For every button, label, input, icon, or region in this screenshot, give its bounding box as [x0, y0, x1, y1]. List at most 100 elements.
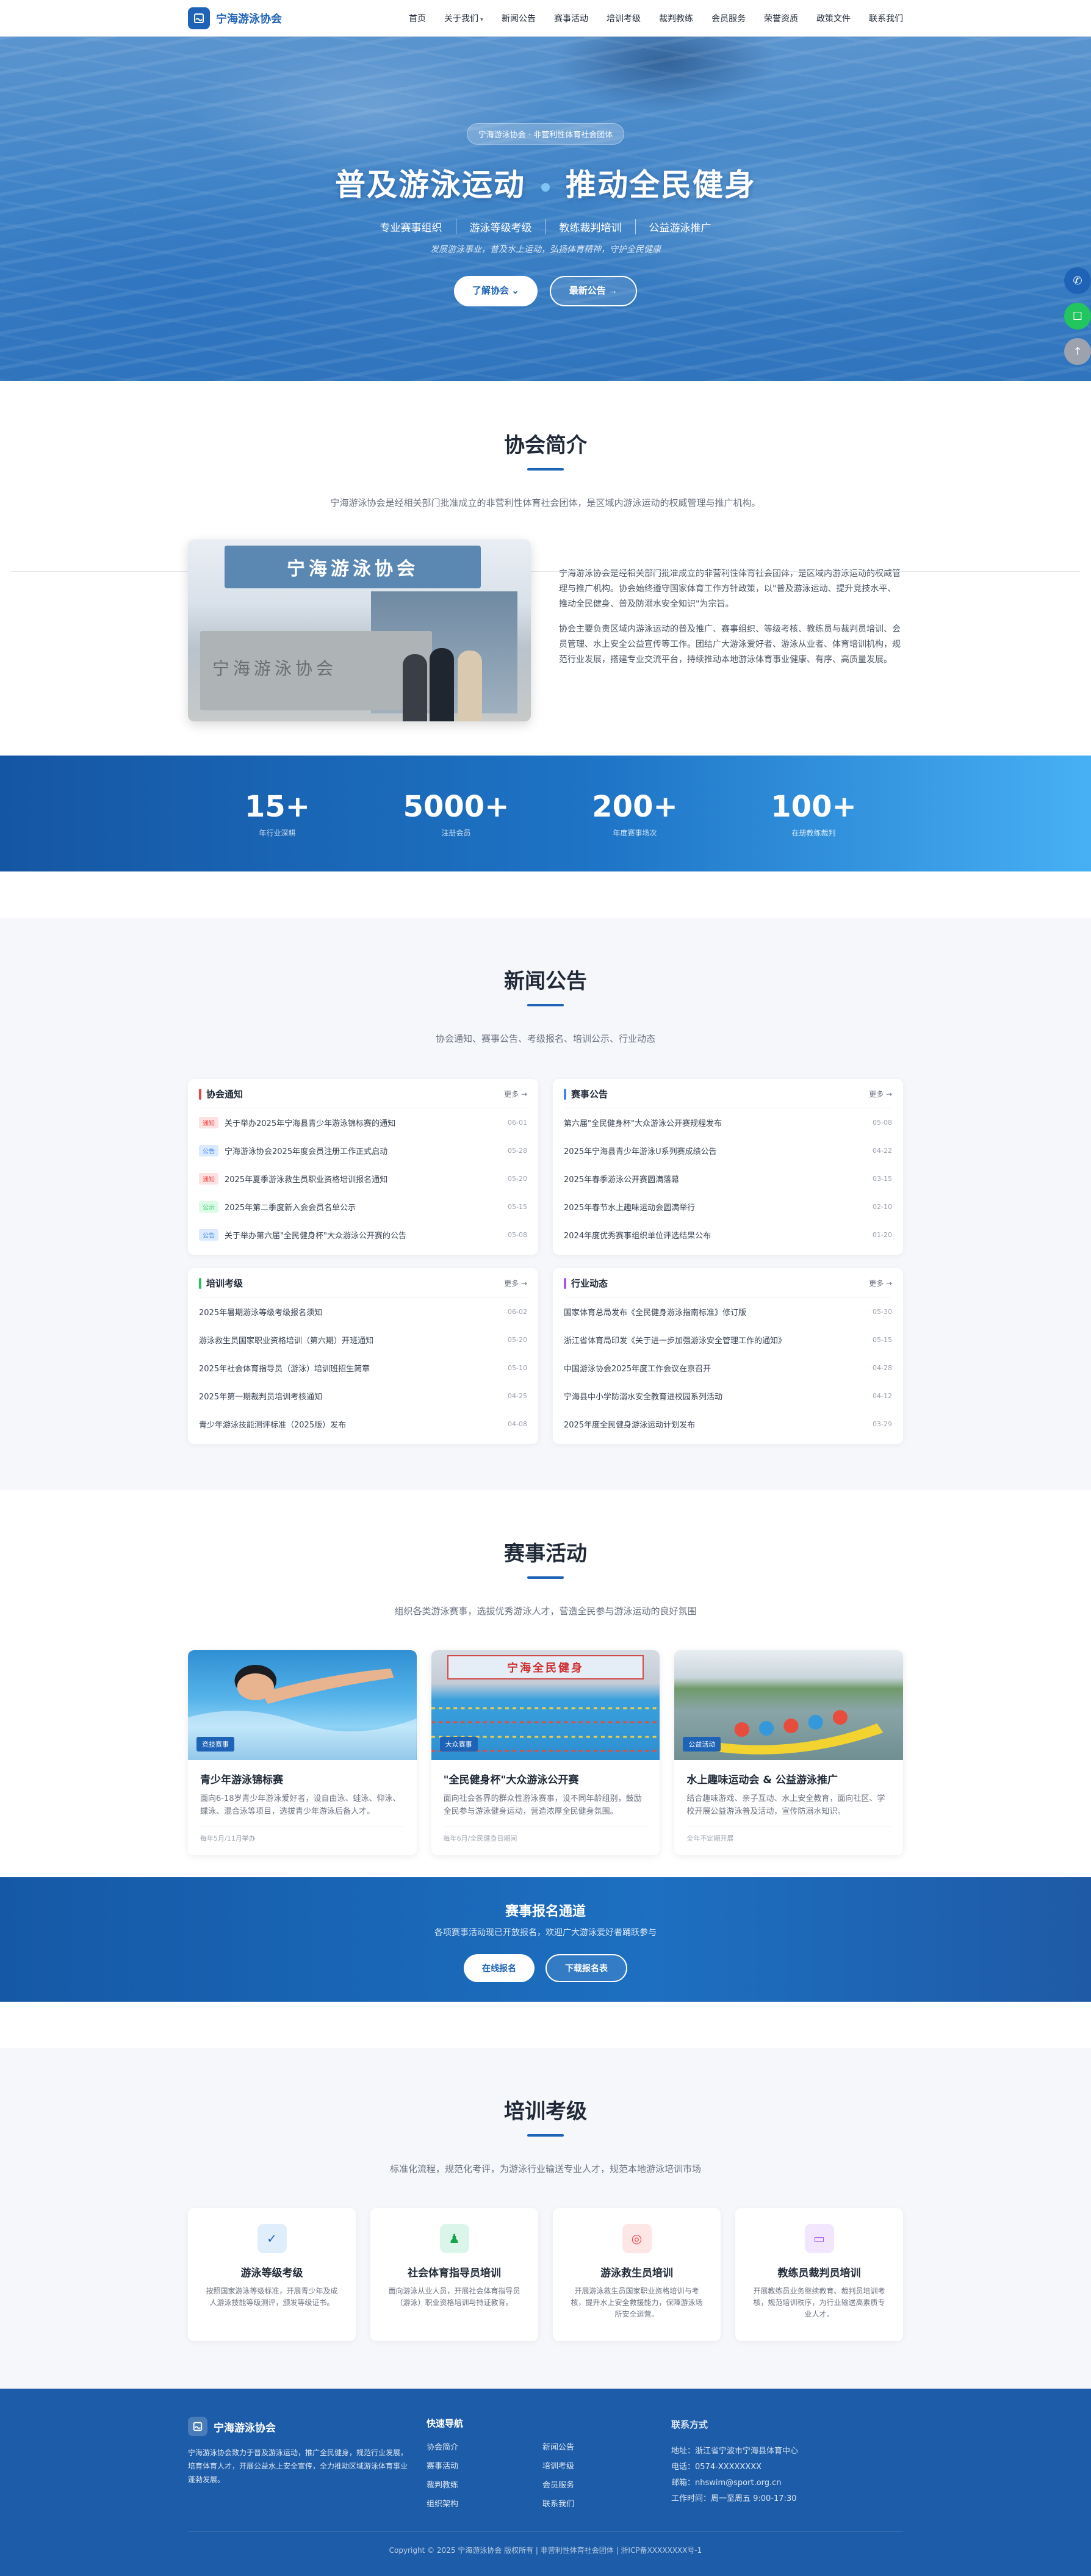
stat-number: 200+ [592, 789, 678, 824]
nav-item-home[interactable]: 首页 [409, 12, 426, 24]
news-item[interactable]: 宁海县中小学防溺水安全教育进校园系列活动 04-12 [564, 1382, 892, 1410]
news-item[interactable]: 2025年度全民健身游泳运动计划发布 03-29 [564, 1410, 892, 1438]
news-item[interactable]: 浙江省体育局印发《关于进一步加强游泳安全管理工作的通知》 05-15 [564, 1326, 892, 1354]
news-item-date: 03-15 [873, 1174, 892, 1183]
chat-icon[interactable]: ☐ [1064, 303, 1091, 330]
news-item[interactable]: 青少年游泳技能测评标准（2025版）发布 04-08 [199, 1410, 527, 1438]
nav-item-policies[interactable]: 政策文件 [816, 12, 851, 24]
stat-label: 在册教练裁判 [791, 828, 836, 837]
more-link[interactable]: 更多 → [869, 1278, 892, 1288]
footer-link[interactable]: 裁判教练 [427, 2478, 542, 2490]
nav-item-training[interactable]: 培训考级 [607, 12, 641, 24]
footer-link[interactable]: 赛事活动 [427, 2459, 542, 2471]
nav-item-referees[interactable]: 裁判教练 [659, 12, 693, 24]
training-card-title: 教练员裁判员培训 [777, 2267, 861, 2279]
footer-link[interactable]: 组织架构 [427, 2497, 542, 2509]
news-item[interactable]: 公告 关于举办第六届"全民健身杯"大众游泳公开赛的公告 05-08 [199, 1221, 527, 1249]
stat-item: 5000+ 注册会员 [395, 790, 517, 838]
hero-feature: 教练裁判培训 [545, 219, 635, 234]
footer-link[interactable]: 协会简介 [427, 2441, 542, 2452]
footer-link[interactable]: 联系我们 [542, 2497, 658, 2509]
more-link[interactable]: 更多 → [504, 1089, 527, 1099]
nav-item-members[interactable]: 会员服务 [711, 12, 746, 24]
card-accent [199, 1088, 201, 1100]
hero-feature: 专业赛事组织 [380, 222, 442, 234]
news-item[interactable]: 通知 关于举办2025年宁海县青少年游泳锦标赛的通知 06-01 [199, 1108, 527, 1136]
news-item-date: 05-20 [508, 1335, 527, 1344]
training-card-description: 面向游泳从业人员，开展社会体育指导员（游泳）职业资格培训与持证教育。 [388, 2287, 520, 2307]
download-form-button[interactable]: 下载报名表 [546, 1954, 627, 1982]
training-card-description: 按照国家游泳等级标准，开展青少年及成人游泳技能等级测评，颁发等级证书。 [206, 2287, 338, 2307]
nav-item-events[interactable]: 赛事活动 [554, 12, 588, 24]
training-card[interactable]: ▭ 教练员裁判员培训 开展教练员业务继续教育、裁判员培训考核，规范培训秩序，为行… [735, 2208, 903, 2341]
hero-banner: 宁海游泳协会 · 非营利性体育社会团体 普及游泳运动 推动全民健身 专业赛事组织 … [0, 37, 1091, 381]
site-logo[interactable]: 宁海游泳协会 [188, 7, 282, 29]
event-card[interactable]: 公益活动 水上趣味运动会 & 公益游泳推广 结合趣味游戏、亲子互动、水上安全教育… [674, 1650, 903, 1855]
event-card[interactable]: 竞技赛事 青少年游泳锦标赛 面向6-18岁青少年游泳爱好者，设自由泳、蛙泳、仰泳… [188, 1650, 417, 1855]
more-link[interactable]: 更多 → [869, 1089, 892, 1099]
nav-item-honors[interactable]: 荣誉资质 [764, 12, 798, 24]
news-item[interactable]: 2024年度优秀赛事组织单位评选结果公布 01-20 [564, 1221, 892, 1249]
nav-item-news[interactable]: 新闻公告 [502, 12, 536, 24]
hero-slogan: 发展游泳事业，普及水上运动，弘扬体育精神，守护全民健康 [430, 245, 661, 254]
event-title: 青少年游泳锦标赛 [200, 1774, 283, 1786]
footer-link[interactable]: 培训考级 [542, 2459, 658, 2471]
news-item-title: 关于举办第六届"全民健身杯"大众游泳公开赛的公告 [225, 1231, 406, 1241]
event-schedule: 每年6月/全民健身日期间 [443, 1827, 648, 1843]
online-signup-button[interactable]: 在线报名 [464, 1954, 535, 1982]
footer-logo[interactable]: 宁海游泳协会 [188, 2417, 414, 2436]
news-item-date: 02-10 [873, 1202, 892, 1211]
news-item[interactable]: 第六届"全民健身杯"大众游泳公开赛规程发布 05-08 [564, 1108, 892, 1136]
event-title: "全民健身杯"大众游泳公开赛 [443, 1774, 579, 1786]
news-card-training: 培训考级 更多 → 2025年暑期游泳等级考级报名须知 06-02 游泳救生员国家… [188, 1268, 538, 1444]
event-card[interactable]: 宁海全民健身 大众赛事 "全民健身杯"大众游泳公开赛 面向社会各界的群众性游泳赛… [431, 1650, 660, 1855]
stat-label: 注册会员 [441, 828, 471, 837]
news-item[interactable]: 2025年社会体育指导员（游泳）培训班招生简章 05-10 [199, 1354, 527, 1382]
news-item[interactable]: 2025年春季游泳公开赛圆满落幕 03-15 [564, 1164, 892, 1192]
swimmer-photo: 竞技赛事 [188, 1650, 417, 1760]
news-item[interactable]: 通知 2025年夏季游泳救生员职业资格培训报名通知 05-20 [199, 1164, 527, 1192]
phone-icon[interactable]: ✆ [1064, 267, 1091, 294]
dot-separator [541, 182, 550, 192]
event-tag: 竞技赛事 [196, 1737, 234, 1752]
badge-check-icon: ✓ [257, 2224, 287, 2253]
signup-description: 各项赛事活动现已开放报名，欢迎广大游泳爱好者踊跃参与 [434, 1928, 657, 1938]
card-title: 培训考级 [206, 1278, 243, 1289]
card-accent [199, 1277, 201, 1289]
news-item[interactable]: 游泳救生员国家职业资格培训（第六期）开班通知 05-20 [199, 1326, 527, 1354]
news-item[interactable]: 2025年第一期裁判员培训考核通知 04-25 [199, 1382, 527, 1410]
copyright: Copyright © 2025 宁海游泳协会 版权所有 | 非营利性体育社会团… [188, 2531, 903, 2555]
stat-item: 15+ 年行业深耕 [217, 790, 339, 838]
training-card[interactable]: ✓ 游泳等级考级 按照国家游泳等级标准，开展青少年及成人游泳技能等级测评，颁发等… [188, 2208, 356, 2341]
news-item[interactable]: 2025年暑期游泳等级考级报名须知 06-02 [199, 1297, 527, 1326]
back-to-top-icon[interactable]: ↑ [1064, 338, 1091, 365]
news-card-industry: 行业动态 更多 → 国家体育总局发布《全民健身游泳指南标准》修订版 05-30 浙… [553, 1268, 903, 1444]
photo-sign: 宁海游泳协会 [225, 546, 481, 588]
news-item[interactable]: 公示 2025年第二季度新入会会员名单公示 05-15 [199, 1192, 527, 1221]
lifebuoy-icon: ◎ [622, 2224, 652, 2253]
about-paragraph: 宁海游泳协会是经相关部门批准成立的非营利性体育社会团体，是区域内游泳运动的权威管… [559, 569, 901, 609]
news-item[interactable]: 公告 宁海游泳协会2025年度会员注册工作正式启动 05-28 [199, 1136, 527, 1164]
photo-wall-text: 宁海游泳协会 [212, 658, 337, 679]
more-link[interactable]: 更多 → [504, 1278, 527, 1288]
training-card[interactable]: ◎ 游泳救生员培训 开展游泳救生员国家职业资格培训与考核，提升水上安全救援能力，… [553, 2208, 721, 2341]
learn-more-button[interactable]: 了解协会 ⌄ [454, 276, 538, 306]
nav-item-about[interactable]: 关于我们 ▾ [444, 12, 483, 24]
nav-item-contact[interactable]: 联系我们 [869, 12, 903, 24]
news-item[interactable]: 国家体育总局发布《全民健身游泳指南标准》修订版 05-30 [564, 1297, 892, 1326]
news-item[interactable]: 中国游泳协会2025年度工作会议在京召开 04-28 [564, 1354, 892, 1382]
brand-name: 宁海游泳协会 [216, 13, 282, 26]
news-item[interactable]: 2025年春节水上趣味运动会圆满举行 02-10 [564, 1192, 892, 1221]
stat-number: 15+ [244, 789, 310, 824]
divider [11, 571, 1080, 572]
footer-link[interactable]: 新闻公告 [542, 2441, 658, 2452]
news-title: 新闻公告 [504, 969, 587, 994]
latest-notice-label: 最新公告 [569, 286, 606, 296]
news-item[interactable]: 2025年宁海县青少年游泳U系列赛成绩公告 04-22 [564, 1136, 892, 1164]
news-item-date: 04-12 [873, 1391, 892, 1400]
footer-link[interactable]: 会员服务 [542, 2478, 658, 2490]
about-title: 协会简介 [504, 433, 587, 458]
training-card[interactable]: ♟ 社会体育指导员培训 面向游泳从业人员，开展社会体育指导员（游泳）职业资格培训… [370, 2208, 538, 2341]
latest-notice-button[interactable]: 最新公告 → [549, 276, 637, 306]
news-item-date: 05-28 [508, 1146, 527, 1155]
